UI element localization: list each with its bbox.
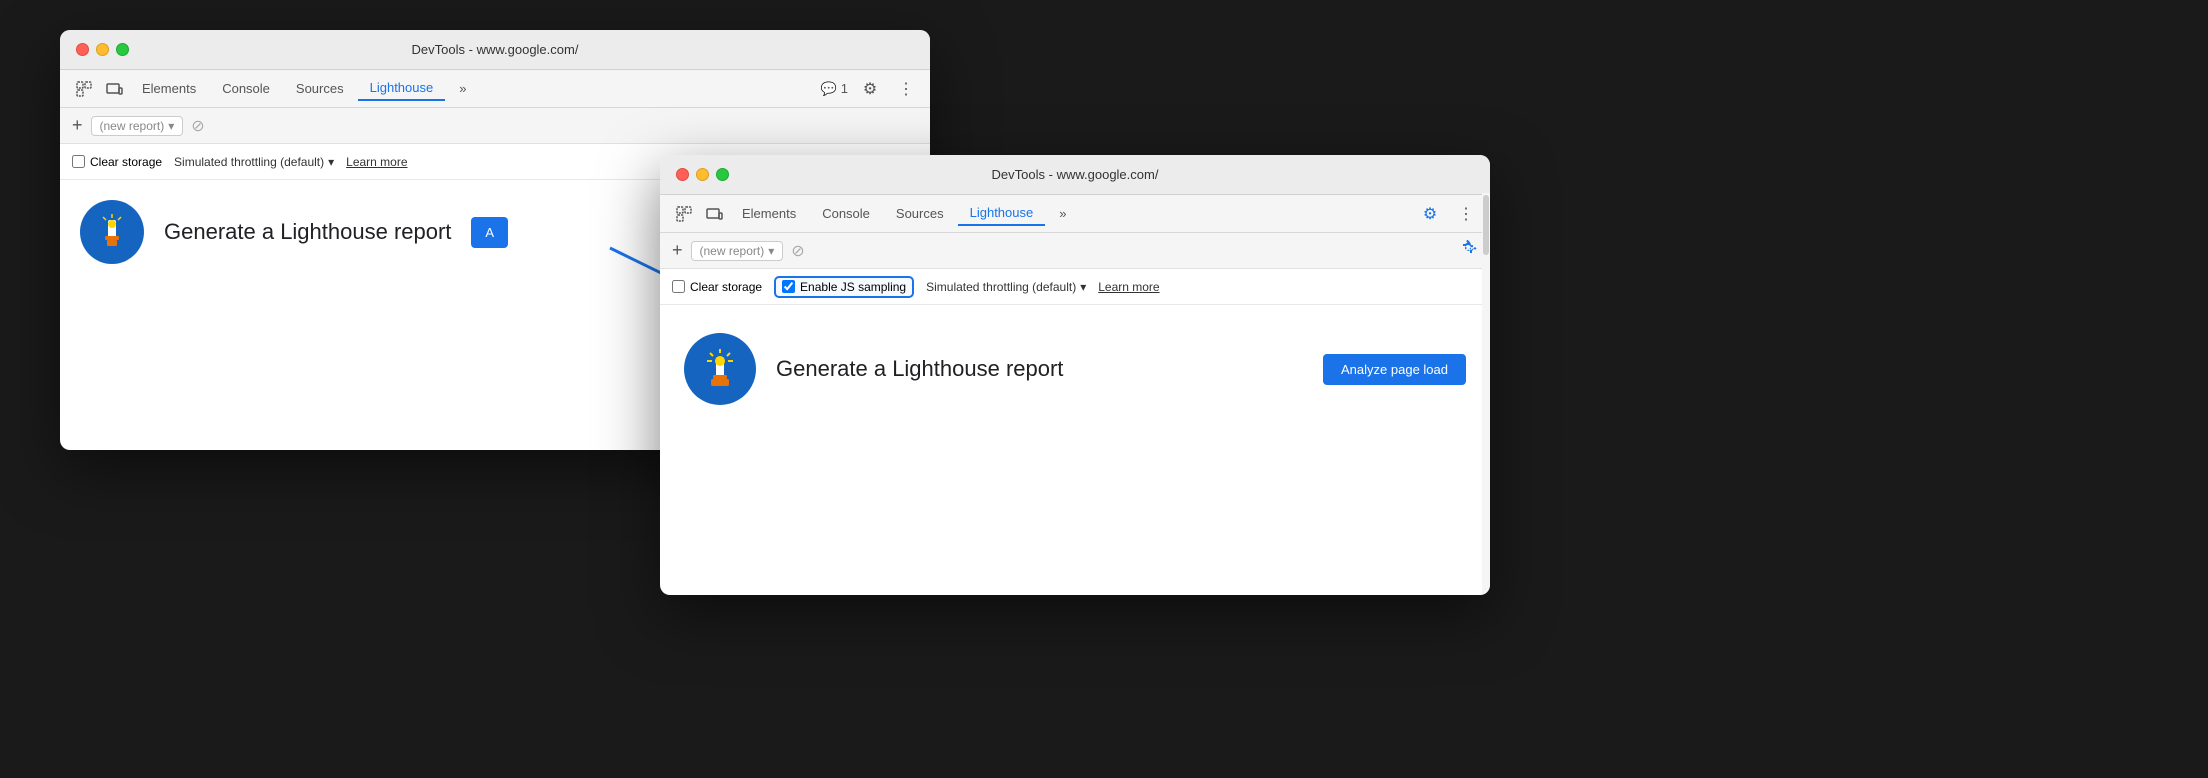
report-select-2[interactable]: (new report) ▾ <box>691 241 784 261</box>
minimize-button-2[interactable] <box>696 168 709 181</box>
tab-console-2[interactable]: Console <box>810 202 882 225</box>
throttling-label-1: Simulated throttling (default) <box>174 155 324 169</box>
cursor-icon-2[interactable] <box>670 200 698 228</box>
scrollbar-2[interactable] <box>1482 193 1490 595</box>
gear-button-1[interactable]: ⚙ <box>856 75 884 103</box>
tab-lighthouse-2[interactable]: Lighthouse <box>958 201 1046 226</box>
generate-title-2: Generate a Lighthouse report <box>776 356 1063 382</box>
prohibited-icon-1: ⊘ <box>191 116 204 136</box>
tab-console-1[interactable]: Console <box>210 77 282 100</box>
tab-bar-right-1: 💬 1 ⚙ ⋮ <box>821 75 920 103</box>
learn-more-link-2[interactable]: Learn more <box>1098 280 1159 294</box>
throttling-label-2: Simulated throttling (default) <box>926 280 1076 294</box>
responsive-icon[interactable] <box>100 75 128 103</box>
chat-badge-1[interactable]: 💬 1 <box>821 81 848 97</box>
tab-lighthouse-1[interactable]: Lighthouse <box>358 76 446 101</box>
clear-storage-input-1[interactable] <box>72 155 85 168</box>
maximize-button-2[interactable] <box>716 168 729 181</box>
traffic-lights-1 <box>76 43 129 56</box>
chevron-down-icon-2: ▾ <box>768 244 774 258</box>
cursor-icon[interactable] <box>70 75 98 103</box>
report-select-1[interactable]: (new report) ▾ <box>91 116 184 136</box>
tab-sources-2[interactable]: Sources <box>884 202 956 225</box>
scrollbar-thumb-2 <box>1483 195 1489 255</box>
clear-storage-input-2[interactable] <box>672 280 685 293</box>
lighthouse-logo-2 <box>684 333 756 405</box>
throttle-select-2[interactable]: Simulated throttling (default) ▾ <box>926 280 1086 294</box>
throttle-dropdown-icon-2: ▾ <box>1080 280 1086 294</box>
js-sampling-input[interactable] <box>782 280 795 293</box>
tab-elements-1[interactable]: Elements <box>130 77 208 100</box>
add-report-button-2[interactable]: + <box>672 240 683 261</box>
title-bar-1: DevTools - www.google.com/ <box>60 30 930 70</box>
prohibited-icon-2: ⊘ <box>791 241 804 261</box>
options-bar-2: Clear storage Enable JS sampling Simulat… <box>660 269 1490 305</box>
toolbar-2: + (new report) ▾ ⊘ <box>660 233 1490 269</box>
generate-title-1: Generate a Lighthouse report <box>164 219 451 245</box>
throttle-dropdown-icon-1: ▾ <box>328 155 334 169</box>
analyze-btn-2[interactable]: Analyze page load <box>1323 354 1466 385</box>
learn-more-link-1[interactable]: Learn more <box>346 155 407 169</box>
tab-bar-1: Elements Console Sources Lighthouse » 💬 … <box>60 70 930 108</box>
more-button-2[interactable]: ⋮ <box>1452 200 1480 228</box>
clear-storage-label-2: Clear storage <box>690 280 762 294</box>
toolbar-1: + (new report) ▾ ⊘ <box>60 108 930 144</box>
report-placeholder-1: (new report) <box>100 119 165 133</box>
analyze-btn-1[interactable]: A <box>471 217 508 248</box>
lighthouse-logo-1 <box>80 200 144 264</box>
tab-more-2[interactable]: » <box>1047 202 1078 225</box>
report-placeholder-2: (new report) <box>700 244 765 258</box>
clear-storage-label-1: Clear storage <box>90 155 162 169</box>
close-button-1[interactable] <box>76 43 89 56</box>
badge-count: 1 <box>841 81 848 96</box>
clear-storage-checkbox-1[interactable]: Clear storage <box>72 155 162 169</box>
gear-button-2[interactable]: ⚙ <box>1416 200 1444 228</box>
chevron-down-icon-1: ▾ <box>168 119 174 133</box>
js-sampling-label: Enable JS sampling <box>800 280 906 294</box>
tab-more-1[interactable]: » <box>447 77 478 100</box>
window-title-2: DevTools - www.google.com/ <box>992 167 1159 182</box>
title-bar-2: DevTools - www.google.com/ <box>660 155 1490 195</box>
clear-storage-checkbox-2[interactable]: Clear storage <box>672 280 762 294</box>
close-button-2[interactable] <box>676 168 689 181</box>
window-title-1: DevTools - www.google.com/ <box>412 42 579 57</box>
main-content-2: Generate a Lighthouse report Analyze pag… <box>660 305 1490 433</box>
tab-bar-2: Elements Console Sources Lighthouse » ⚙ … <box>660 195 1490 233</box>
add-report-button-1[interactable]: + <box>72 115 83 136</box>
more-button-1[interactable]: ⋮ <box>892 75 920 103</box>
devtools-window-2: DevTools - www.google.com/ Elements Cons… <box>660 155 1490 595</box>
chat-icon: 💬 <box>821 81 837 97</box>
settings-right-gear[interactable] <box>1458 238 1478 263</box>
tab-elements-2[interactable]: Elements <box>730 202 808 225</box>
js-sampling-checkbox[interactable]: Enable JS sampling <box>774 276 914 298</box>
throttle-select-1[interactable]: Simulated throttling (default) ▾ <box>174 155 334 169</box>
traffic-lights-2 <box>676 168 729 181</box>
tab-sources-1[interactable]: Sources <box>284 77 356 100</box>
minimize-button-1[interactable] <box>96 43 109 56</box>
maximize-button-1[interactable] <box>116 43 129 56</box>
responsive-icon-2[interactable] <box>700 200 728 228</box>
tab-bar-right-2: ⚙ ⋮ <box>1416 200 1480 228</box>
